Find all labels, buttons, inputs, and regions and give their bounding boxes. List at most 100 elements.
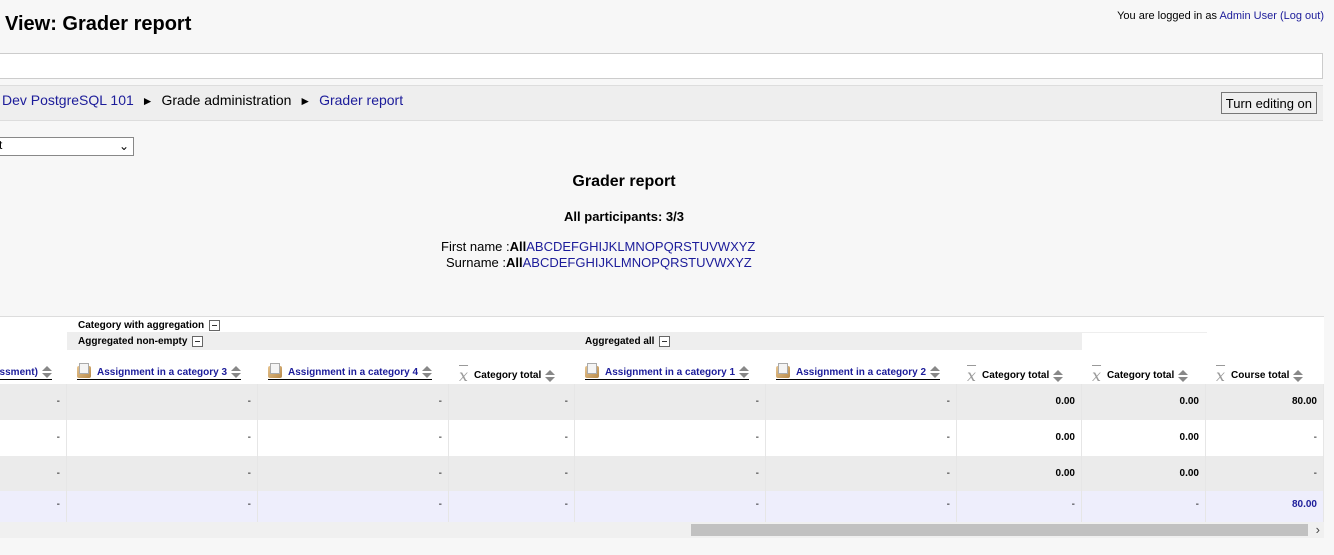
column-header-label[interactable]: essment) [0,367,38,378]
initial-letter-link[interactable]: P [655,239,664,254]
surname-letters: ABCDEFGHIJKLMNOPQRSTUVWXYZ [523,255,752,270]
initial-letter-link[interactable]: G [575,255,585,270]
first-name-letters: ABCDEFGHIJKLMNOPQRSTUVWXYZ [526,239,755,254]
initial-letter-link[interactable]: O [645,239,655,254]
initial-letter-link[interactable]: F [571,239,579,254]
grade-cell: - [0,491,67,523]
initial-letter-link[interactable]: H [585,255,594,270]
initial-letter-link[interactable]: A [523,255,532,270]
report-view-select[interactable]: t ⌄ [0,137,134,156]
column-header-label: Category total [982,370,1050,381]
initial-letter-link[interactable]: M [625,239,636,254]
initial-letter-link[interactable]: W [714,255,726,270]
initial-letter-link[interactable]: K [605,255,614,270]
login-info: You are logged in as Admin User (Log out… [1117,10,1324,22]
initial-letter-link[interactable]: S [679,255,688,270]
column-header: Assignment in a category 3 [67,350,258,384]
scrollbar-thumb[interactable] [691,524,1308,536]
initial-letter-link[interactable]: K [609,239,618,254]
initial-letter-link[interactable]: H [589,239,598,254]
initial-letter-link[interactable]: W [718,239,730,254]
initial-letter-link[interactable]: N [632,255,641,270]
first-name-initials-bar: First name :AllABCDEFGHIJKLMNOPQRSTUVWXY… [441,239,755,254]
collapse-icon[interactable] [659,336,671,347]
initial-letter-link[interactable]: X [730,239,739,254]
initial-letter-link[interactable]: L [614,255,621,270]
initial-letter-link[interactable]: D [549,255,558,270]
breadcrumb-grade-admin: Grade administration [161,92,292,108]
breadcrumb-grader-report[interactable]: Grader report [319,92,403,108]
calculation-icon: x [1092,366,1102,385]
turn-editing-on-button[interactable]: Turn editing on [1220,92,1317,114]
initial-letter-link[interactable]: O [641,255,651,270]
column-header-label[interactable]: Assignment in a category 3 [97,367,227,378]
aggregated-all-header: Aggregated all [575,333,1082,350]
assignment-icon [77,363,91,378]
initial-letter-link[interactable]: E [562,239,571,254]
grade-cell: 0.00 [1082,384,1206,420]
initial-letter-link[interactable]: M [621,255,632,270]
initial-letter-link[interactable]: C [544,239,553,254]
initial-letter-link[interactable]: U [700,239,709,254]
login-user-link[interactable]: Admin User [1219,10,1276,22]
grade-cell: - [766,456,957,491]
scroll-right-icon[interactable]: › [1316,522,1320,537]
initial-letter-link[interactable]: X [726,255,735,270]
sort-icon[interactable] [1293,369,1304,382]
initial-letter-link[interactable]: C [540,255,549,270]
sort-icon[interactable] [422,366,433,378]
initial-letter-link[interactable]: B [531,255,540,270]
initial-letter-link[interactable]: B [535,239,544,254]
sort-icon[interactable] [930,366,941,378]
table-row: - - - - - -0.00 0.00- [0,456,1324,491]
initial-letter-link[interactable]: P [651,255,660,270]
initial-letter-link[interactable]: Y [735,255,744,270]
calculation-icon: x [459,366,469,385]
initial-letter-link[interactable]: Q [660,255,670,270]
column-header: x Category total [957,350,1082,385]
initial-letter-link[interactable]: A [526,239,535,254]
initial-letter-link[interactable]: T [688,255,696,270]
sort-icon[interactable] [231,366,242,378]
grade-cell: 0.00 [957,420,1082,456]
grade-cell: - [258,420,449,456]
initial-letter-link[interactable]: G [579,239,589,254]
sort-icon[interactable] [41,366,52,378]
grade-cell: - [766,491,957,523]
grade-cell: 0.00 [957,384,1082,420]
sort-icon[interactable] [1053,369,1064,382]
initial-letter-link[interactable]: V [709,239,718,254]
initial-letter-link[interactable]: Q [664,239,674,254]
horizontal-scrollbar[interactable]: › [0,522,1324,538]
initial-letter-link[interactable]: D [553,239,562,254]
assignment-icon [776,363,790,378]
collapse-icon[interactable] [209,320,221,331]
sort-icon[interactable] [545,369,556,382]
grade-cell: - [575,491,766,523]
initial-letter-link[interactable]: N [635,239,644,254]
sort-icon[interactable] [1178,369,1189,382]
column-header-label[interactable]: Assignment in a category 2 [796,367,926,378]
grade-cell: - [1082,491,1206,523]
aggregated-non-empty-header: Aggregated non-empty [67,333,575,350]
column-header: x Category total [449,350,575,385]
collapse-icon[interactable] [192,336,204,347]
initial-letter-link[interactable]: V [705,255,714,270]
initial-letter-link[interactable]: T [692,239,700,254]
sort-icon[interactable] [739,366,750,378]
initial-letter-link[interactable]: L [617,239,624,254]
initial-letter-link[interactable]: Z [747,239,755,254]
initial-letter-link[interactable]: R [674,239,683,254]
column-header-label[interactable]: Assignment in a category 4 [288,367,418,378]
grade-cell: 0.00 [1082,420,1206,456]
column-header-label[interactable]: Assignment in a category 1 [605,367,735,378]
grade-cell: 80.00 [1206,384,1324,420]
breadcrumb-course[interactable]: Dev PostgreSQL 101 [2,92,134,108]
category-with-aggregation-label: Category with aggregation [78,320,205,331]
grade-cell: 0.00 [957,456,1082,491]
initial-letter-link[interactable]: Z [744,255,752,270]
assignment-icon [585,363,599,378]
login-prefix: You are logged in as [1117,10,1217,22]
initial-letter-link[interactable]: S [683,239,692,254]
logout-link[interactable]: (Log out) [1280,10,1324,22]
